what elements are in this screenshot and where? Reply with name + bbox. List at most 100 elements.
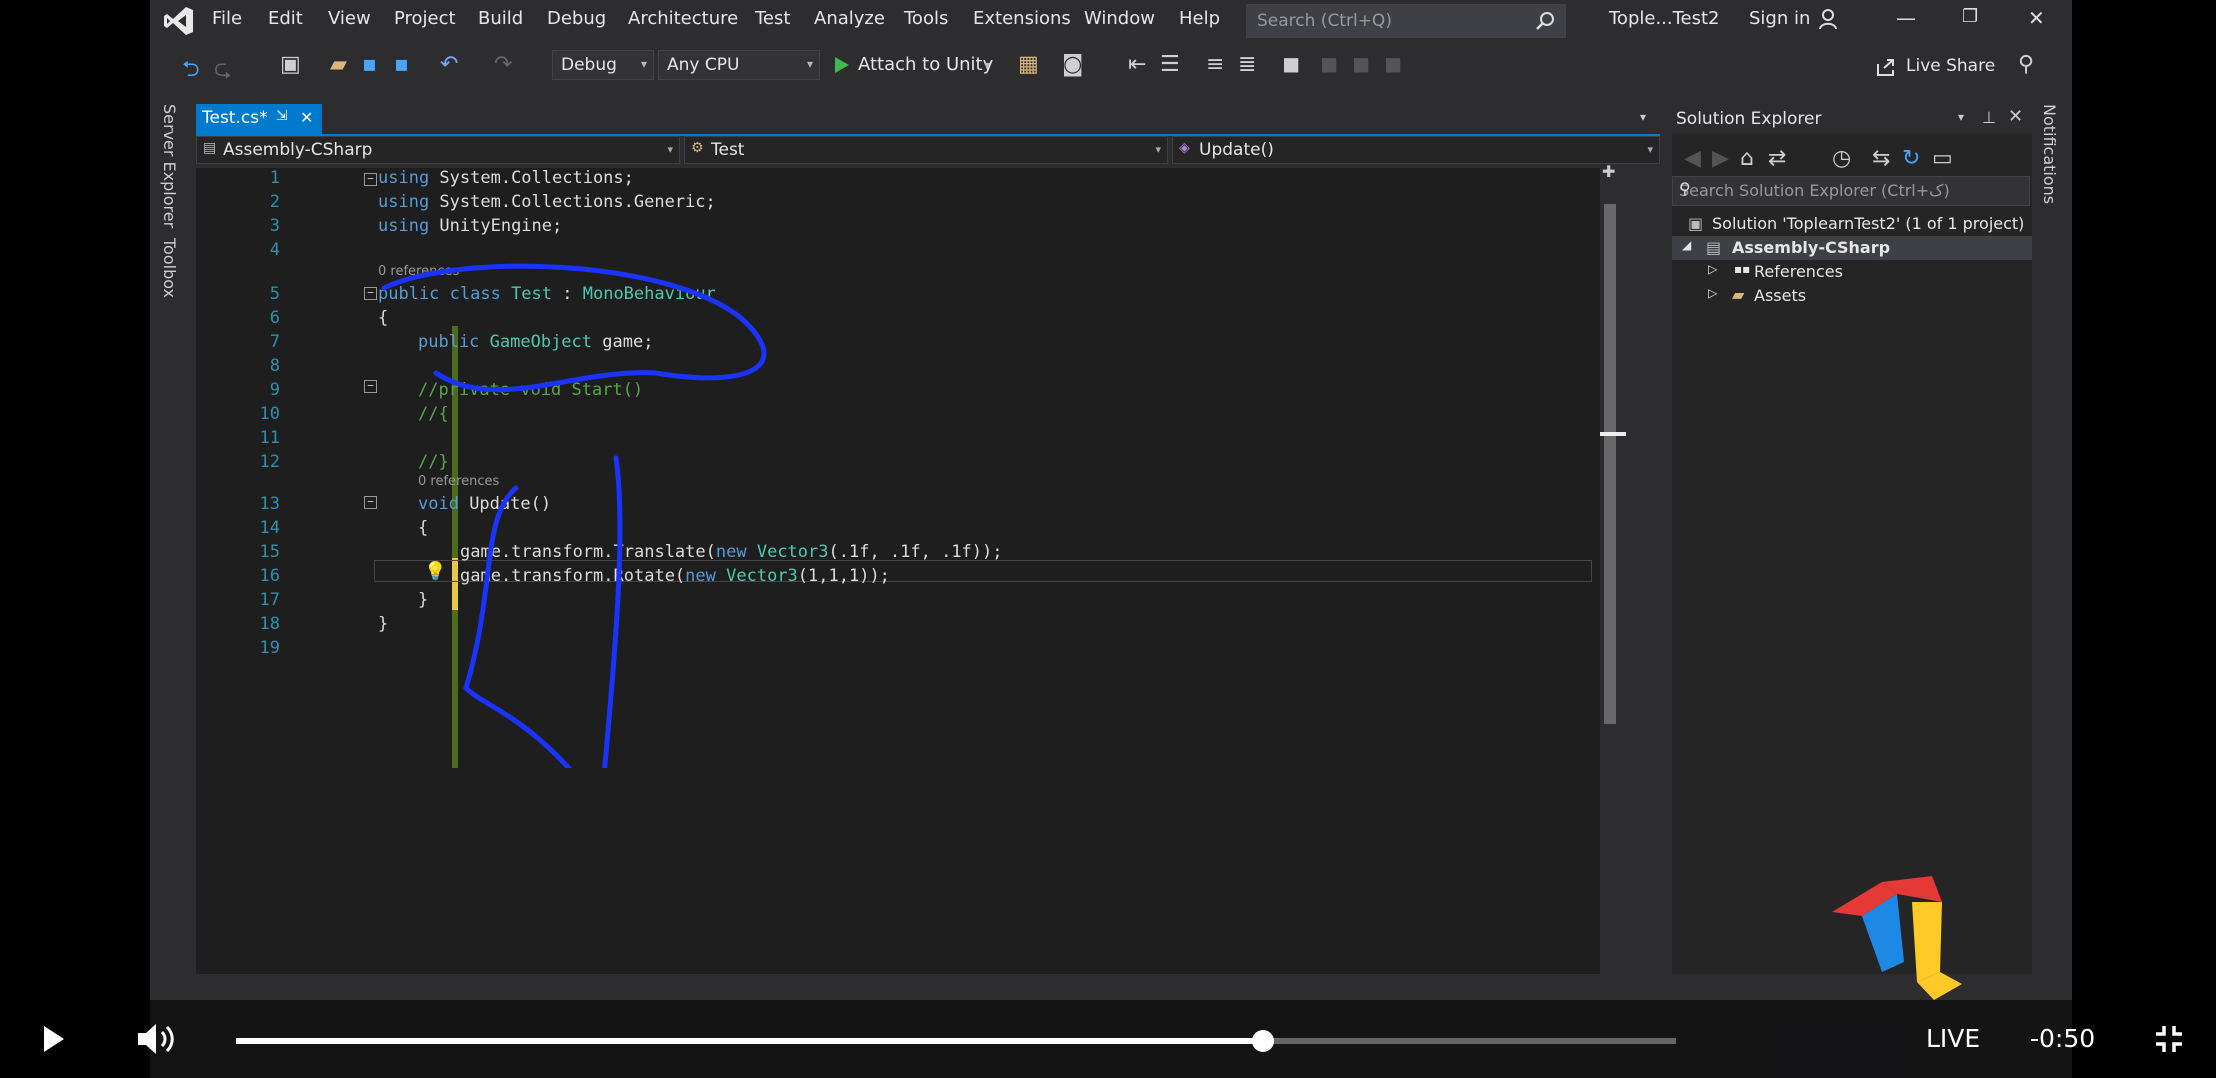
tree-item-label: Assets	[1754, 286, 1807, 305]
menu-file[interactable]: File	[212, 8, 242, 29]
menu-project[interactable]: Project	[394, 8, 456, 29]
toolbox-tab[interactable]: Toolbox	[160, 238, 179, 298]
forward-icon[interactable]: ▶	[1712, 146, 1729, 171]
project-value: Assembly-CSharp	[223, 140, 373, 160]
chevron-down-icon[interactable]: ▾	[1958, 110, 1964, 124]
new-project-icon[interactable]: ▣	[280, 52, 301, 77]
step-icon[interactable]: ⇤	[1128, 52, 1146, 77]
sign-in-link[interactable]: Sign in	[1749, 8, 1810, 29]
pin-icon[interactable]: ⊥	[1982, 108, 1996, 127]
solution-explorer-panel: Solution Explorer ▾ ⊥ ✕ ◀ ▶ ⌂ ⇄ ◷ ⇆ ↻ ▭ …	[1672, 104, 2032, 974]
seek-bar[interactable]	[236, 1038, 1676, 1044]
open-folder-icon[interactable]: ▰	[330, 52, 347, 77]
live-indicator[interactable]: LIVE	[1926, 1024, 1980, 1053]
tree-item-references[interactable]: ▷ ▪▪ References	[1672, 260, 2032, 284]
tab-test-cs[interactable]: Test.cs* ⇲ ✕	[196, 104, 322, 134]
menu-edit[interactable]: Edit	[268, 8, 303, 29]
scrollbar-thumb[interactable]	[1604, 204, 1616, 724]
seek-bar-handle[interactable]	[1251, 1030, 1274, 1052]
references-icon: ▪▪	[1734, 262, 1751, 276]
tree-item-solution[interactable]: ▣ Solution 'ToplearnTest2' (1 of 1 proje…	[1672, 212, 2032, 236]
caret-position-marker	[1600, 432, 1626, 436]
volume-icon[interactable]	[136, 1022, 178, 1056]
expanded-arrow-icon[interactable]: ◢	[1682, 238, 1691, 252]
refresh-icon[interactable]: ↻	[1902, 146, 1920, 171]
editor-scrollbar[interactable]: ✚	[1600, 162, 1626, 974]
back-icon[interactable]: ◀	[1684, 146, 1701, 171]
project-dropdown[interactable]: ▤ Assembly-CSharp ▾	[196, 136, 680, 164]
feedback-icon[interactable]: ⚲	[2018, 52, 2034, 77]
csharp-project-icon: ▤	[203, 140, 217, 156]
save-all-icon[interactable]: ▪	[394, 52, 409, 77]
collapsed-arrow-icon[interactable]: ▷	[1708, 286, 1717, 300]
split-icon[interactable]: ✚	[1602, 162, 1615, 181]
uncomment-icon[interactable]: ≣	[1238, 52, 1256, 77]
undo-icon[interactable]: ↶	[440, 52, 458, 77]
switch-views-icon[interactable]: ⇄	[1768, 146, 1786, 171]
forward-icon[interactable]: ⮎	[214, 52, 232, 90]
tab-label: Test.cs*	[202, 108, 268, 128]
code-editor[interactable]: − − − − 1 using System.Collections; 2 us…	[196, 168, 1600, 974]
history-icon[interactable]: ◷	[1832, 146, 1851, 171]
pin-icon[interactable]: ⇲	[276, 108, 288, 124]
document-tab-strip: Test.cs* ⇲ ✕ ▾	[196, 104, 1660, 136]
back-icon[interactable]: ⮌	[182, 52, 200, 90]
solution-search-input[interactable]: Search Solution Explorer (Ctrl+ک) ⚲	[1672, 176, 2030, 206]
collapse-all-icon[interactable]: ▭	[1932, 146, 1953, 171]
method-icon: ◈	[1179, 140, 1190, 156]
tab-list-icon[interactable]: ▾	[1640, 110, 1646, 124]
hand-drawn-annotation	[381, 263, 767, 768]
platform-dropdown[interactable]: Any CPU ▾	[658, 50, 820, 80]
home-icon[interactable]: ⌂	[1740, 146, 1754, 171]
menu-test[interactable]: Test	[755, 8, 790, 29]
menu-tools[interactable]: Tools	[904, 8, 948, 29]
member-dropdown[interactable]: ◈ Update() ▾	[1172, 136, 1660, 164]
next-bookmark-icon[interactable]: ◼	[1352, 52, 1370, 77]
menu-architecture[interactable]: Architecture	[628, 8, 738, 29]
bookmark-icon[interactable]: ◼	[1282, 52, 1300, 77]
seek-bar-played	[236, 1038, 1263, 1044]
play-icon[interactable]	[42, 1024, 66, 1054]
hierarchy-icon[interactable]: ☰	[1160, 52, 1180, 77]
chevron-down-icon: ▾	[806, 57, 813, 71]
tree-item-assets[interactable]: ▷ ▰ Assets	[1672, 284, 2032, 308]
clear-bookmarks-icon[interactable]: ◼	[1384, 52, 1402, 77]
menu-view[interactable]: View	[328, 8, 371, 29]
visual-studio-window: File Edit View Project Build Debug Archi…	[150, 0, 2072, 1078]
prev-bookmark-icon[interactable]: ◼	[1320, 52, 1338, 77]
comment-icon[interactable]: ≡	[1206, 52, 1224, 77]
close-tab-icon[interactable]: ✕	[300, 108, 313, 127]
chevron-down-icon: ▾	[640, 57, 647, 71]
close-window-icon[interactable]: ✕	[2028, 6, 2045, 30]
tree-item-project[interactable]: ◢ ▤ Assembly-CSharp	[1672, 236, 2032, 260]
minimize-icon[interactable]: —	[1896, 6, 1916, 30]
exit-fullscreen-icon[interactable]	[2154, 1024, 2184, 1054]
solution-explorer-toolbar: ◀ ▶ ⌂ ⇄ ◷ ⇆ ↻ ▭	[1672, 138, 2032, 171]
menu-window[interactable]: Window	[1084, 8, 1155, 29]
restore-icon[interactable]: ❐	[1962, 6, 1978, 27]
close-panel-icon[interactable]: ✕	[2008, 106, 2023, 127]
member-value: Update()	[1199, 140, 1274, 160]
menu-build[interactable]: Build	[478, 8, 523, 29]
menu-analyze[interactable]: Analyze	[814, 8, 885, 29]
unity-explorer-icon[interactable]: ▦	[1018, 52, 1039, 77]
chevron-down-icon: ▾	[1155, 143, 1161, 156]
csharp-project-icon: ▤	[1706, 238, 1722, 257]
redo-icon[interactable]: ↷	[494, 52, 512, 77]
menu-debug[interactable]: Debug	[547, 8, 606, 29]
screenshot-icon[interactable]: ◙	[1062, 52, 1083, 77]
menu-extensions[interactable]: Extensions	[973, 8, 1071, 29]
search-input[interactable]: Search (Ctrl+Q)	[1246, 4, 1566, 38]
save-icon[interactable]: ▪	[362, 52, 377, 77]
folder-icon: ▰	[1732, 285, 1745, 304]
collapsed-arrow-icon[interactable]: ▷	[1708, 262, 1717, 276]
menu-help[interactable]: Help	[1179, 8, 1220, 29]
class-dropdown[interactable]: ⚙ Test ▾	[684, 136, 1168, 164]
class-value: Test	[711, 140, 745, 160]
sync-icon[interactable]: ⇆	[1872, 146, 1890, 171]
server-explorer-tab[interactable]: Server Explorer	[160, 104, 179, 228]
configuration-value: Debug	[561, 55, 617, 75]
configuration-dropdown[interactable]: Debug ▾	[552, 50, 654, 80]
live-share-button[interactable]: Live Share	[1906, 56, 1995, 76]
notifications-tab[interactable]: Notifications	[2040, 104, 2059, 204]
